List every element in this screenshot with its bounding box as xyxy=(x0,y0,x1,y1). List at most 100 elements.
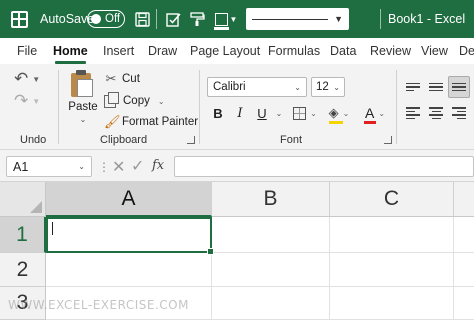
cell-d1[interactable] xyxy=(454,217,474,253)
tab-view[interactable]: View xyxy=(421,38,448,64)
cancel-entry-icon[interactable]: ✕ xyxy=(112,157,125,177)
name-box[interactable]: A1 ⌄ xyxy=(6,156,92,177)
cell-c3[interactable] xyxy=(330,287,454,320)
group-divider xyxy=(396,70,397,144)
font-name-value: Calibri xyxy=(213,81,246,93)
ribbon-home: ↶ ▼ ↷ ▼ Undo Paste ⌄ ✂ Cut Copy ⌄ 🖌 Format Pa… xyxy=(0,64,474,150)
undo-button[interactable]: ↶ ▼ xyxy=(14,68,40,90)
group-divider xyxy=(58,70,59,144)
save-icon xyxy=(134,11,150,27)
select-all-button[interactable] xyxy=(0,182,46,217)
autosave-toggle[interactable]: Off xyxy=(87,0,125,38)
row-header-2[interactable]: 2 xyxy=(0,253,46,287)
font-dialog-launcher-icon[interactable] xyxy=(384,136,392,144)
column-header-a[interactable]: A xyxy=(46,182,212,217)
italic-button[interactable]: I xyxy=(232,102,248,124)
line-style-dropdown[interactable]: ▼ xyxy=(246,0,349,38)
name-box-value: A1 xyxy=(13,159,29,174)
borders-icon xyxy=(293,106,307,120)
align-bottom-icon xyxy=(452,82,466,92)
watermark-text: WWW.EXCEL-EXERCISE.COM xyxy=(8,298,189,312)
underline-dropdown[interactable]: ⌄ xyxy=(274,102,284,124)
font-color-icon: A xyxy=(363,105,376,124)
borders-icon xyxy=(213,12,229,30)
cell-d3[interactable] xyxy=(454,287,474,320)
chevron-down-icon: ⌄ xyxy=(275,108,283,118)
cell-b1[interactable] xyxy=(212,217,330,253)
cell-d2[interactable] xyxy=(454,253,474,287)
paste-button[interactable]: Paste ⌄ xyxy=(67,68,99,128)
excel-logo-icon xyxy=(8,0,30,38)
chevron-down-icon: ▼ xyxy=(334,14,343,24)
chevron-down-icon: ⌄ xyxy=(333,82,340,92)
title-bar: AutoSave Off ▼ ▼ Book1 - Excel xyxy=(0,0,474,38)
cell-a1[interactable] xyxy=(46,217,214,255)
tab-insert[interactable]: Insert xyxy=(103,38,134,64)
copy-button[interactable]: Copy ⌄ xyxy=(104,91,165,111)
tab-draw[interactable]: Draw xyxy=(148,38,177,64)
confirm-entry-icon[interactable]: ✓ xyxy=(131,156,144,176)
font-color-swatch xyxy=(363,121,376,124)
row-header-1[interactable]: 1 xyxy=(0,217,46,253)
align-right-icon xyxy=(452,107,466,119)
chevron-down-icon: ⌄ xyxy=(78,162,85,171)
tab-file[interactable]: File xyxy=(17,38,37,64)
align-left-button[interactable] xyxy=(402,102,424,124)
save-button[interactable] xyxy=(133,0,151,38)
cell-b2[interactable] xyxy=(212,253,330,287)
column-header-d[interactable] xyxy=(454,182,474,217)
brush-button[interactable] xyxy=(188,0,206,38)
cut-button[interactable]: ✂ Cut xyxy=(104,69,140,89)
cell-c1[interactable] xyxy=(330,217,454,253)
chevron-down-icon: ⌄ xyxy=(79,115,87,124)
bold-button[interactable]: B xyxy=(210,102,226,124)
column-header-c[interactable]: C xyxy=(330,182,454,217)
tab-developer[interactable]: Dev xyxy=(459,38,474,64)
redo-button[interactable]: ↷ ▼ xyxy=(14,90,40,112)
tab-data[interactable]: Data xyxy=(330,38,356,64)
tab-home[interactable]: Home xyxy=(53,38,88,64)
font-name-select[interactable]: Calibri ⌄ xyxy=(207,77,307,97)
more-icon[interactable]: ⋮ xyxy=(98,160,110,174)
copy-label: Copy xyxy=(123,95,150,107)
borders-button[interactable]: ▼ xyxy=(213,0,239,38)
clipboard-dialog-launcher-icon[interactable] xyxy=(187,136,195,144)
font-group-label: Font xyxy=(280,134,303,146)
font-color-button[interactable]: A ⌄ xyxy=(362,102,388,124)
align-top-icon xyxy=(406,82,420,92)
align-middle-button[interactable] xyxy=(425,76,447,98)
font-size-select[interactable]: 12 ⌄ xyxy=(311,77,345,97)
toggle-knob-icon xyxy=(91,14,101,24)
chevron-down-icon: ⌄ xyxy=(310,108,317,118)
ribbon-tabs: File Home Insert Draw Page Layout Formul… xyxy=(0,38,474,64)
cell-c2[interactable] xyxy=(330,253,454,287)
text-cursor xyxy=(52,222,53,235)
paint-brush-icon xyxy=(189,11,205,26)
scissors-icon: ✂ xyxy=(105,71,117,86)
clipboard-icon xyxy=(71,70,95,98)
window-title: Book1 - Excel xyxy=(388,12,466,26)
worksheet-grid: A B C 1 2 3 WWW.EXCEL-EXERCISE.COM xyxy=(0,182,474,320)
formula-input[interactable] xyxy=(174,156,474,177)
align-right-button[interactable] xyxy=(448,102,470,124)
underline-button[interactable]: U xyxy=(254,102,270,124)
insert-function-button[interactable]: fx xyxy=(152,158,164,173)
format-painter-icon: 🖌 xyxy=(104,114,121,129)
chevron-down-icon: ▼ xyxy=(229,14,238,24)
chevron-down-icon: ⌄ xyxy=(342,108,350,118)
align-center-button[interactable] xyxy=(425,102,447,124)
tab-page-layout[interactable]: Page Layout xyxy=(190,38,260,64)
chevron-down-icon: ▼ xyxy=(32,96,41,106)
titlebar-divider xyxy=(380,9,381,29)
cell-b3[interactable] xyxy=(212,287,330,320)
align-top-button[interactable] xyxy=(402,76,424,98)
tab-formulas[interactable]: Formulas xyxy=(268,38,320,64)
format-painter-button[interactable]: 🖌 Format Painter xyxy=(104,112,198,132)
borders-button[interactable]: ⌄ xyxy=(292,102,318,124)
align-bottom-button[interactable] xyxy=(448,76,470,98)
column-header-b[interactable]: B xyxy=(212,182,330,217)
cell-a2[interactable] xyxy=(46,253,212,287)
fill-color-button[interactable]: ◈ ⌄ xyxy=(325,102,353,124)
edit-check-button[interactable] xyxy=(164,0,182,38)
tab-review[interactable]: Review xyxy=(370,38,411,64)
